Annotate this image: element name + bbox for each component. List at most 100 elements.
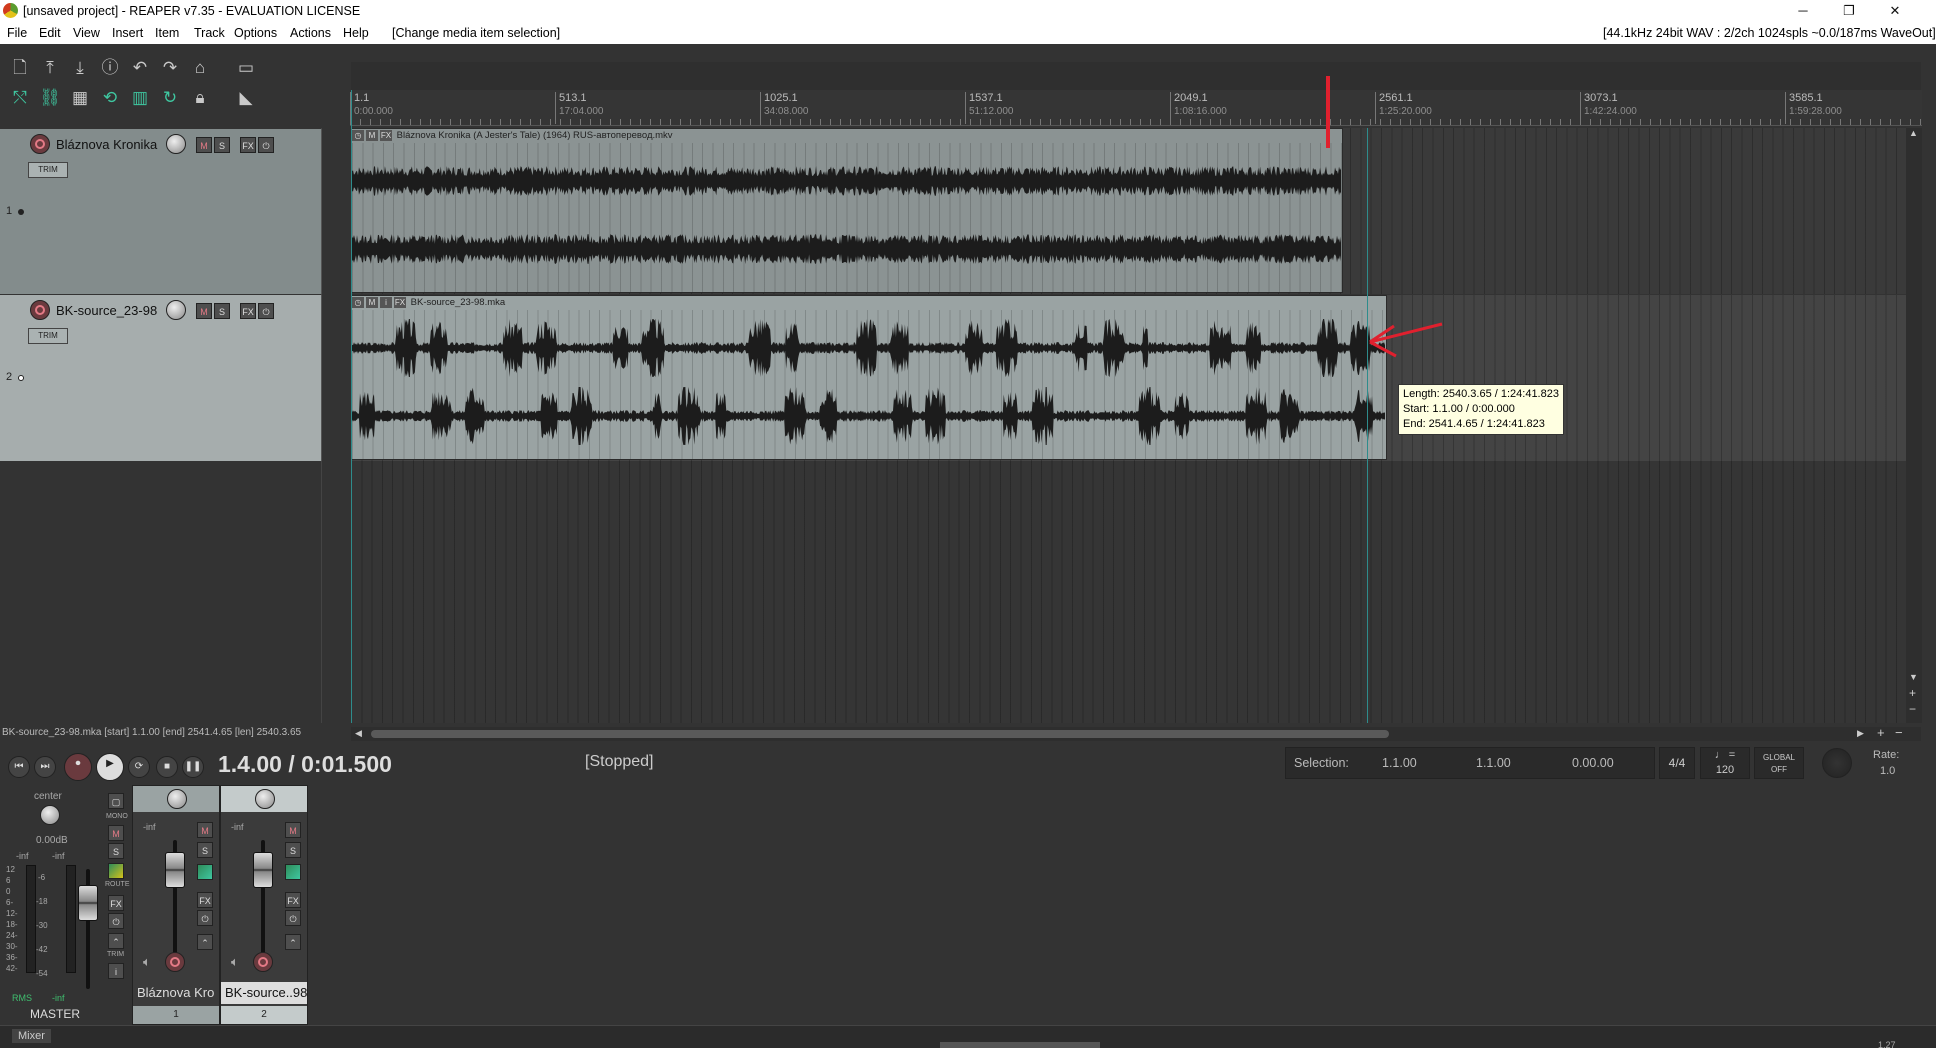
master-fx-button[interactable]: FX <box>108 895 124 911</box>
selection-start[interactable]: 1.1.00 <box>1382 756 1417 770</box>
scroll-left-icon[interactable]: ◀ <box>355 728 362 739</box>
mute-button[interactable]: M <box>196 137 212 153</box>
fx-bypass-icon[interactable]: ⏻ <box>258 303 274 319</box>
strip-fx-button[interactable]: FX <box>285 892 301 908</box>
master-volume-value[interactable]: 0.00dB <box>36 835 68 846</box>
position-display[interactable]: 1.4.00 / 0:01.500 <box>218 751 392 778</box>
strip-fader-handle[interactable] <box>165 852 185 888</box>
playrate-knob[interactable] <box>1822 748 1852 778</box>
mono-label[interactable]: MONO <box>106 813 128 820</box>
strip-phase-icon[interactable]: 🔈︎ <box>143 954 151 970</box>
project-settings-icon[interactable]: ⓘ <box>98 56 122 80</box>
menu-actions[interactable]: Actions <box>290 22 331 44</box>
auto-crossfade-icon[interactable]: ⟲ <box>98 86 122 110</box>
timeline-ruler[interactable]: 1.1 0:00.000 513.1 17:04.000 1025.1 34:0… <box>350 90 1922 126</box>
undo-icon[interactable]: ↶ <box>128 56 152 80</box>
track-select-dot[interactable] <box>18 375 24 381</box>
menu-track[interactable]: Track <box>194 22 225 44</box>
repeat-button[interactable]: ⟳ <box>128 756 150 778</box>
master-envelope-icon[interactable]: ⌃ <box>108 933 124 949</box>
play-button[interactable]: ▶ <box>96 753 124 781</box>
lock-icon[interactable]: 🔒︎ <box>188 86 212 110</box>
strip-pan-knob[interactable] <box>255 789 275 809</box>
strip-label-box[interactable]: Bláznova Kro <box>133 982 219 1004</box>
docker-scroll-thumb[interactable] <box>940 1042 1100 1048</box>
item-mute-icon[interactable]: M <box>366 129 378 141</box>
menu-item[interactable]: Item <box>155 22 179 44</box>
stop-button[interactable]: ■ <box>156 756 178 778</box>
volume-knob[interactable] <box>166 300 186 320</box>
zoom-out-horizontal-icon[interactable]: − <box>1895 725 1903 740</box>
strip-solo-button[interactable]: S <box>285 842 301 858</box>
pause-button[interactable]: ❚❚ <box>182 756 204 778</box>
record-arm-button[interactable] <box>30 300 50 320</box>
time-signature[interactable]: 4/4 <box>1659 747 1695 779</box>
strip-record-arm-button[interactable] <box>253 952 273 972</box>
zoom-in-horizontal-icon[interactable]: + <box>1877 725 1885 740</box>
save-project-icon[interactable]: ⤓ <box>68 56 92 80</box>
track-1-panel[interactable]: 1 Bláznova Kronika M S FX ⏻ TRIM <box>0 129 322 294</box>
new-project-icon[interactable]: 🗋 <box>8 56 32 80</box>
track-select-dot[interactable] <box>18 209 24 215</box>
zoom-out-vertical-icon[interactable]: − <box>1909 702 1916 716</box>
scroll-right-icon[interactable]: ▶ <box>1857 728 1864 739</box>
grid-box-icon[interactable]: ▭ <box>234 56 258 80</box>
strip-number[interactable]: 1 <box>133 1006 219 1024</box>
item-mute-icon[interactable]: M <box>366 296 378 308</box>
selection-length[interactable]: 0.00.00 <box>1572 756 1614 770</box>
strip-route-icon[interactable] <box>197 864 213 880</box>
strip-pan-knob[interactable] <box>167 789 187 809</box>
strip-mute-button[interactable]: M <box>197 822 213 838</box>
snap-grid-icon[interactable]: ▦ <box>68 86 92 110</box>
fx-button[interactable]: FX <box>240 303 256 319</box>
strip-fader-handle[interactable] <box>253 852 273 888</box>
track-name[interactable]: Bláznova Kronika <box>56 135 166 155</box>
menu-help[interactable]: Help <box>343 22 369 44</box>
open-project-icon[interactable]: ⤒ <box>38 56 62 80</box>
strip-label-box[interactable]: BK-source..98 <box>221 982 307 1004</box>
selection-end[interactable]: 1.1.00 <box>1476 756 1511 770</box>
strip-fx-button[interactable]: FX <box>197 892 213 908</box>
trim-envelope-button[interactable]: TRIM <box>28 162 68 178</box>
master-io-icon[interactable]: ▢ <box>108 793 124 809</box>
strip-route-icon[interactable] <box>285 864 301 880</box>
horizontal-scrollbar[interactable]: ◀ ▶ + − <box>351 725 1921 741</box>
selection-display[interactable]: Selection: 1.1.00 1.1.00 0.00.00 <box>1285 747 1655 779</box>
media-item-track-1[interactable]: ◷ M FX Bláznova Kronika (A Jester's Tale) … <box>351 128 1343 293</box>
master-mute-button[interactable]: M <box>108 825 124 841</box>
menu-view[interactable]: View <box>73 22 100 44</box>
tempo-display[interactable]: ♩ = 120 <box>1700 747 1750 779</box>
vertical-scrollbar[interactable]: ▲ ▼ + − <box>1906 128 1922 723</box>
menu-insert[interactable]: Insert <box>112 22 143 44</box>
record-arm-button[interactable] <box>30 134 50 154</box>
menu-edit[interactable]: Edit <box>39 22 61 44</box>
strip-fx-bypass-icon[interactable]: ⏻ <box>285 910 301 926</box>
track-2-panel[interactable]: 2 BK-source_23-98 M S FX ⏻ TRIM <box>0 295 322 461</box>
item-fx-icon[interactable]: FX <box>380 129 392 141</box>
record-button[interactable]: ⏺ <box>64 753 92 781</box>
global-automation-button[interactable]: GLOBAL OFF <box>1754 747 1804 779</box>
strip-solo-button[interactable]: S <box>197 842 213 858</box>
maximize-button[interactable]: ❐ <box>1826 0 1872 22</box>
item-lock-icon[interactable]: ◷ <box>352 296 364 308</box>
volume-knob[interactable] <box>166 134 186 154</box>
master-route-icon[interactable] <box>108 863 124 879</box>
mixer-strip-track-2[interactable]: -inf M S FX ⏻ ⌃ 🔈︎ BK-source..98 2 <box>220 785 308 1025</box>
grid-lines-icon[interactable]: ▥ <box>128 86 152 110</box>
strip-phase-icon[interactable]: 🔈︎ <box>231 954 239 970</box>
empty-arrange-area[interactable] <box>351 461 1921 723</box>
solo-button[interactable]: S <box>214 137 230 153</box>
scroll-up-icon[interactable]: ▲ <box>1909 128 1918 138</box>
mute-button[interactable]: M <box>196 303 212 319</box>
menu-file[interactable]: File <box>7 22 27 44</box>
strip-number[interactable]: 2 <box>221 1006 307 1024</box>
media-item-track-2[interactable]: ◷ Mi FX BK-source_23-98.mka <box>351 295 1387 460</box>
metronome-icon[interactable]: ⌂ <box>188 56 212 80</box>
trim-envelope-button[interactable]: TRIM <box>28 328 68 344</box>
strip-mute-button[interactable]: M <box>285 822 301 838</box>
trim-label[interactable]: TRIM <box>107 951 124 958</box>
master-solo-button[interactable]: S <box>108 843 124 859</box>
redo-icon[interactable]: ↷ <box>158 56 182 80</box>
rate-value[interactable]: 1.0 <box>1880 765 1895 777</box>
ripple-edit-icon[interactable]: ⤲ <box>8 86 32 110</box>
